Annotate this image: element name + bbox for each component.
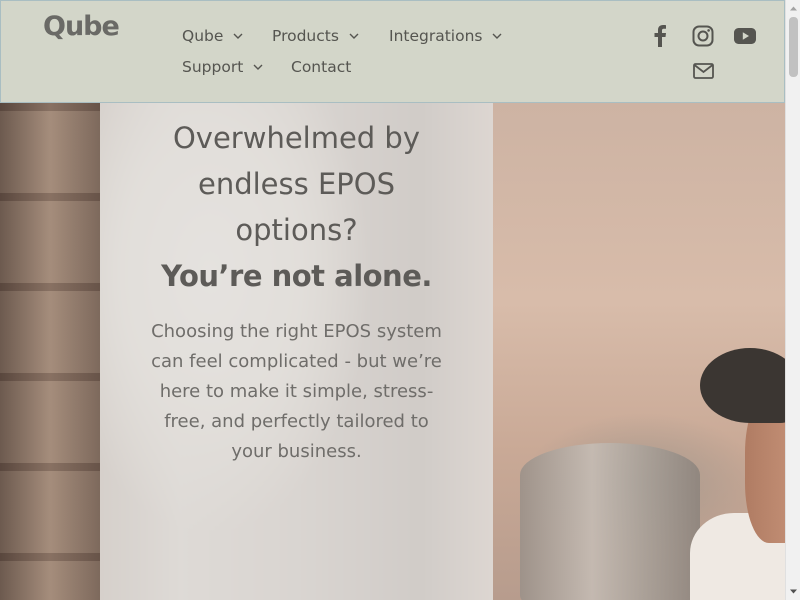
hero-heading: Overwhelmed by endless EPOS options? You… xyxy=(100,115,493,299)
nav-label: Contact xyxy=(291,58,352,76)
mail-icon[interactable] xyxy=(690,58,716,84)
chevron-down-icon xyxy=(349,33,359,39)
nav-item-support[interactable]: Support xyxy=(182,58,264,76)
nav-label: Products xyxy=(272,27,339,45)
nav-item-contact[interactable]: Contact xyxy=(291,58,351,76)
instagram-icon[interactable] xyxy=(690,23,716,49)
hero-heading-line: Overwhelmed by xyxy=(172,121,421,155)
facebook-icon[interactable] xyxy=(647,23,673,49)
scrollbar-thumb[interactable] xyxy=(789,17,798,77)
youtube-icon[interactable] xyxy=(732,23,758,49)
hero-heading-emphasis: You’re not alone. xyxy=(161,259,432,293)
page-scrollbar[interactable] xyxy=(785,0,800,600)
nav-item-qube[interactable]: Qube xyxy=(182,27,244,45)
site-logo[interactable]: Qube xyxy=(43,11,120,42)
chevron-down-icon xyxy=(233,33,243,39)
nav-item-products[interactable]: Products xyxy=(272,27,360,45)
chevron-down-icon xyxy=(253,64,263,70)
site-header: Qube Qube Products Integrations Support … xyxy=(0,0,785,103)
chevron-down-icon xyxy=(492,33,502,39)
cooking-pot-image xyxy=(520,443,700,600)
hero-heading-line: endless EPOS xyxy=(197,167,395,201)
scroll-up-arrow-icon[interactable] xyxy=(789,4,798,13)
nav-label: Qube xyxy=(182,27,224,45)
hero-heading-line: options? xyxy=(235,213,358,247)
kitchen-oven-image xyxy=(0,103,100,600)
scroll-down-arrow-icon[interactable] xyxy=(789,587,798,596)
hero-body-text: Choosing the right EPOS system can feel … xyxy=(151,321,442,462)
nav-label: Support xyxy=(182,58,244,76)
nav-item-integrations[interactable]: Integrations xyxy=(389,27,503,45)
nav-label: Integrations xyxy=(389,27,483,45)
